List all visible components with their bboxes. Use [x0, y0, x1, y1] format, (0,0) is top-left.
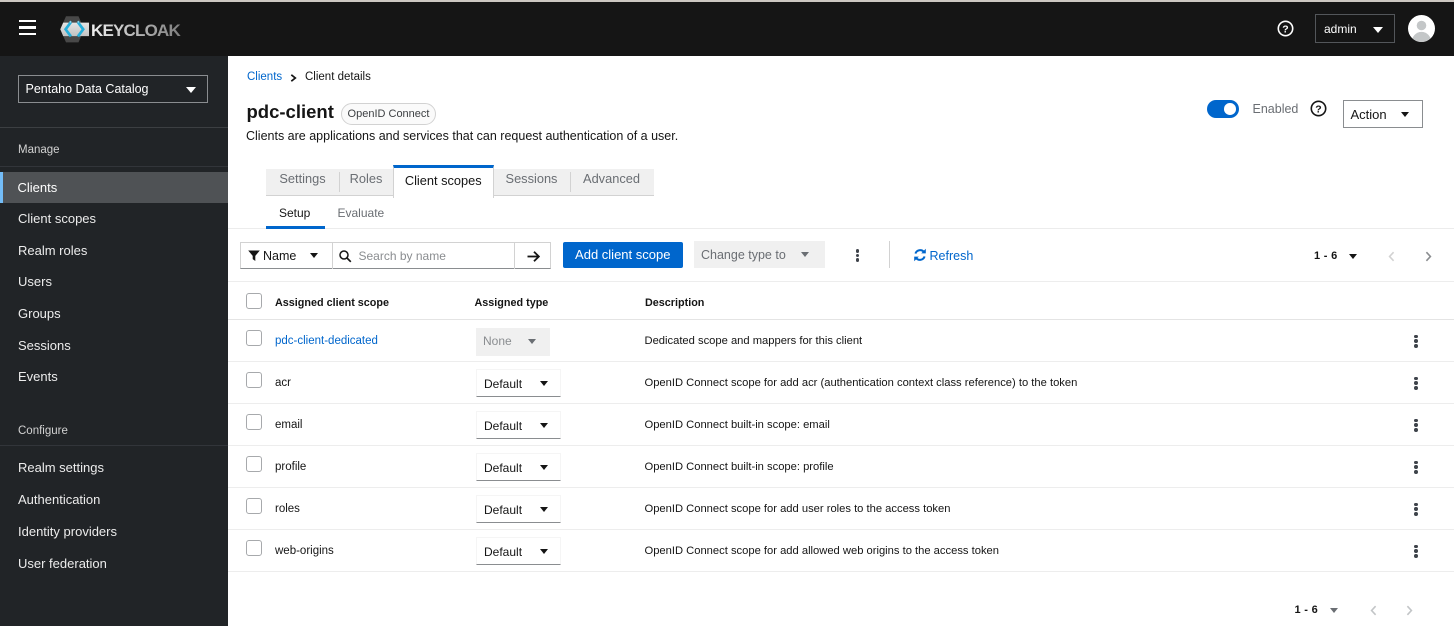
svg-text:KEYCLOAK: KEYCLOAK — [91, 21, 182, 40]
svg-text:?: ? — [1282, 23, 1288, 35]
svg-text:?: ? — [1315, 103, 1321, 115]
